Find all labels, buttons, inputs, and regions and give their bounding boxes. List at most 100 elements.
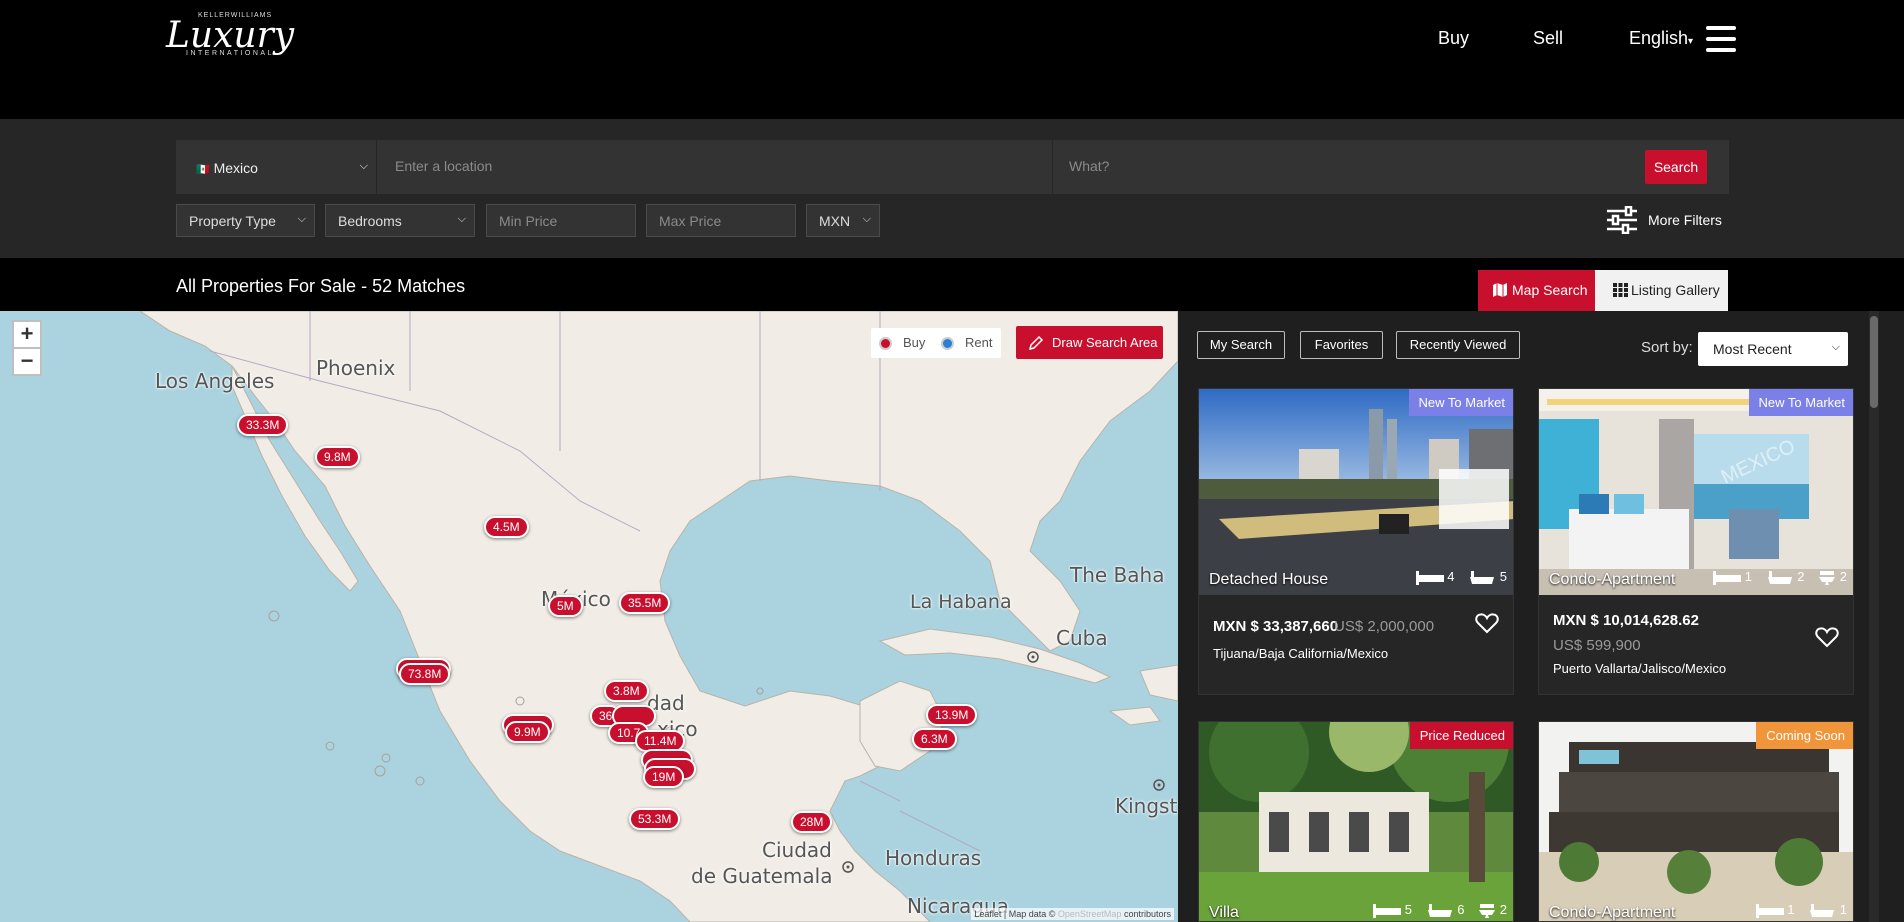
status-badge: Coming Soon [1756, 722, 1853, 749]
listing-card[interactable]: New To Market Detached House 4 5 MXN $ 3… [1198, 388, 1514, 695]
map-label: Kingst [1115, 794, 1178, 818]
my-search-tab[interactable]: My Search [1197, 331, 1285, 359]
sort-select[interactable]: Most Recent ⌵ [1698, 332, 1848, 366]
hamburger-menu-icon[interactable] [1706, 26, 1736, 52]
listing-photo[interactable]: New To Market Detached House 4 5 [1199, 389, 1513, 595]
property-marker[interactable]: 9.9M [505, 721, 550, 743]
listing-card[interactable]: MEXICO New To Market Condo-Apartment 1 2… [1538, 388, 1854, 695]
map-label: The Baha [1070, 563, 1165, 587]
property-marker[interactable]: 6.3M [912, 728, 957, 750]
bath-count: 5 [1499, 569, 1507, 584]
nav-sell-link[interactable]: Sell [1533, 28, 1563, 49]
rent-dot-icon[interactable] [941, 337, 954, 350]
city-marker-icon [842, 861, 854, 873]
bathtub-icon [1470, 570, 1495, 584]
favorites-tab[interactable]: Favorites [1300, 331, 1383, 359]
zoom-out-button[interactable]: − [12, 347, 42, 376]
bed-count: 1 [1744, 569, 1753, 584]
property-marker[interactable]: 28M [791, 811, 833, 833]
map-label: La Habana [910, 591, 1012, 613]
location-input[interactable]: Enter a location [377, 140, 1052, 194]
zoom-in-button[interactable]: + [12, 320, 42, 349]
property-marker[interactable]: 19M [643, 766, 685, 788]
property-type-label: Condo-Apartment [1549, 571, 1676, 588]
bedroom-photo [1539, 389, 1853, 595]
results-title: All Properties For Sale - 52 Matches [176, 276, 466, 296]
currency-value: MXN [819, 213, 851, 229]
property-marker[interactable]: 33.3M [237, 414, 289, 436]
bed-icon [1415, 570, 1444, 585]
listing-features: 1 2 2 [1703, 569, 1847, 589]
listing-photo[interactable]: Price Reduced Villa 5 6 2 [1199, 722, 1513, 921]
heart-icon[interactable] [1815, 626, 1839, 648]
nav-buy-link[interactable]: Buy [1438, 28, 1469, 49]
listing-photo[interactable]: MEXICO New To Market Condo-Apartment 1 2… [1539, 389, 1853, 595]
country-select[interactable]: 🇲🇽 Mexico ⌵ [176, 140, 376, 194]
sort-label: Sort by: [1641, 339, 1693, 356]
bedrooms-label: Bedrooms [338, 213, 402, 229]
villa-photo [1199, 722, 1513, 921]
language-label: English [1629, 28, 1689, 48]
listing-card[interactable]: Price Reduced Villa 5 6 2 [1198, 721, 1514, 922]
currency-select[interactable]: MXN ⌵ [806, 204, 880, 237]
bed-count: 4 [1447, 569, 1455, 584]
property-marker[interactable]: 35.5M [619, 592, 671, 614]
bed-count: 5 [1404, 902, 1413, 917]
property-marker[interactable]: 9.8M [315, 446, 360, 468]
map-label: de Guatemala [691, 864, 833, 888]
status-badge: New To Market [1748, 389, 1853, 416]
recently-viewed-tab[interactable]: Recently Viewed [1396, 331, 1520, 359]
property-marker[interactable]: 3.8M [604, 680, 649, 702]
scrollbar-thumb[interactable] [1870, 316, 1878, 408]
bathtub-icon [1767, 570, 1792, 584]
min-price-input[interactable]: Min Price [486, 204, 636, 237]
property-marker[interactable]: 4.5M [484, 516, 529, 538]
map-tiles [0, 311, 1178, 922]
bathtub-icon [1810, 903, 1835, 917]
price-usd: US$ 599,900 [1553, 637, 1641, 654]
listing-location: Tijuana/Baja California/Mexico [1213, 646, 1389, 661]
property-type-label: Condo-Apartment [1549, 904, 1676, 921]
mexico-flag-icon: 🇲🇽 [196, 164, 210, 176]
bath-count: 6 [1457, 902, 1465, 917]
map-search-button[interactable]: Map Search [1478, 270, 1595, 311]
property-marker[interactable]: 53.3M [629, 808, 681, 830]
bedrooms-select[interactable]: Bedrooms ⌵ [325, 204, 475, 237]
property-marker[interactable]: 73.8M [399, 663, 451, 685]
property-map[interactable]: + − Los Angeles Phoenix México La Habana… [0, 311, 1178, 922]
buy-dot-icon[interactable] [879, 337, 892, 350]
listing-features: 5 6 2 [1363, 902, 1507, 921]
half-bath-count: 2 [1839, 569, 1847, 584]
property-marker[interactable]: 5M [548, 595, 583, 617]
map-label: Los Angeles [155, 369, 275, 393]
heart-icon[interactable] [1475, 612, 1499, 634]
search-button[interactable]: Search [1645, 150, 1707, 184]
half-bath-count: 2 [1499, 902, 1507, 917]
listing-gallery-button[interactable]: Listing Gallery [1595, 270, 1728, 311]
country-value: Mexico [213, 160, 258, 176]
property-type-select[interactable]: Property Type ⌵ [176, 204, 315, 237]
sort-value: Most Recent [1713, 341, 1792, 357]
more-filters-label: More Filters [1648, 212, 1722, 228]
sliders-icon [1607, 206, 1637, 234]
grid-icon [1613, 283, 1628, 297]
property-marker[interactable]: 13.9M [926, 704, 978, 726]
draw-search-area-button[interactable]: Draw Search Area [1016, 326, 1163, 359]
chevron-down-icon: ⌵ [359, 160, 368, 172]
map-label: Ciudad [762, 838, 832, 862]
osm-link[interactable]: OpenStreetMap [1058, 909, 1122, 919]
draw-area-label: Draw Search Area [1052, 335, 1158, 350]
map-icon [1493, 283, 1507, 297]
terrace-photo [1199, 389, 1513, 595]
chevron-down-icon: ⌵ [297, 213, 306, 225]
what-input[interactable]: What? [1053, 140, 1729, 194]
map-legend: Buy Rent [871, 328, 1001, 358]
chevron-down-icon: ⌵ [862, 213, 871, 225]
language-selector[interactable]: English▾ [1629, 28, 1693, 49]
listing-photo[interactable]: Coming Soon Condo-Apartment 1 1 [1539, 722, 1853, 921]
listing-card[interactable]: Coming Soon Condo-Apartment 1 1 [1538, 721, 1854, 922]
more-filters-button[interactable]: More Filters [1606, 206, 1756, 236]
max-price-input[interactable]: Max Price [646, 204, 796, 237]
luxury-international-logo[interactable]: KELLERWILLIAMS Luxury INTERNATIONAL [166, 12, 306, 62]
attribution-prefix: Leaflet | Map data © [974, 909, 1056, 919]
